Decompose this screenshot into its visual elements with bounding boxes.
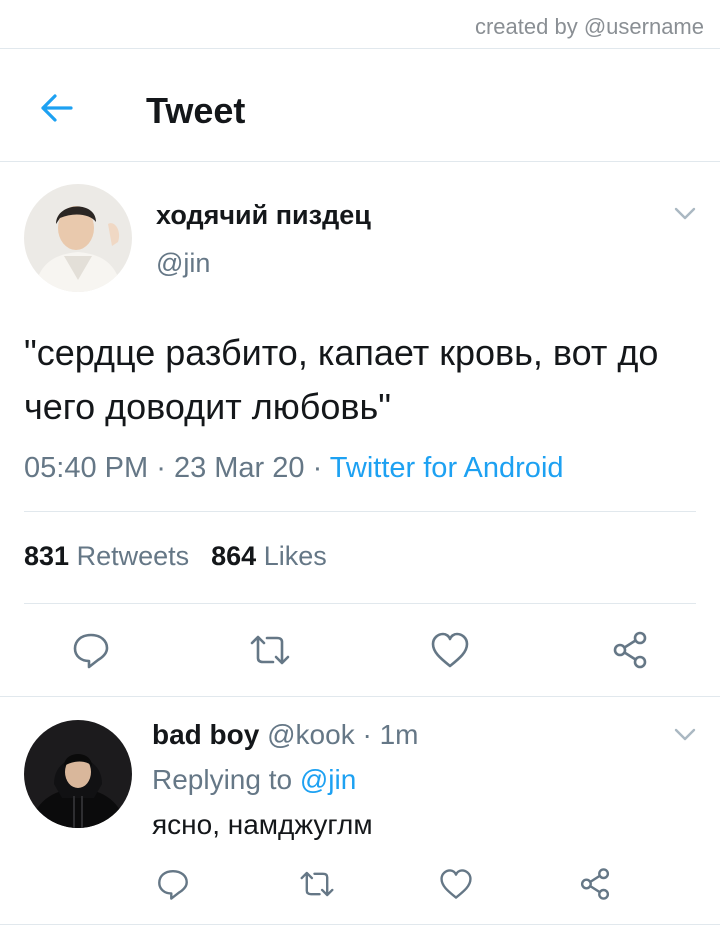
author-handle[interactable]: @jin (156, 248, 210, 279)
reply-text: ясно, намджуглм (152, 809, 373, 840)
retweets-label: Retweets (76, 541, 190, 571)
tweet-stats: 831 Retweets 864 Likes (24, 541, 327, 572)
divider (0, 924, 720, 925)
author-name[interactable]: ходячий пиздец (156, 200, 371, 231)
reply-button[interactable] (66, 625, 116, 675)
chevron-down-icon (674, 728, 696, 741)
reply-header: bad boy @kook · 1m (152, 719, 419, 751)
retweets-stat[interactable]: 831 Retweets (24, 541, 189, 571)
retweet-icon (250, 635, 290, 665)
tweet-source-link[interactable]: Twitter for Android (330, 452, 564, 484)
reply-icon (158, 869, 188, 900)
reply-reply-button[interactable] (148, 859, 198, 909)
tweet-time: 05:40 PM (24, 452, 149, 484)
reply-author-handle[interactable]: @kook (267, 719, 355, 750)
divider (0, 161, 720, 162)
likes-stat[interactable]: 864 Likes (211, 541, 327, 571)
reply-menu-button[interactable] (670, 720, 700, 750)
divider (24, 603, 696, 604)
reply-icon (73, 633, 109, 669)
replying-to-label: Replying to (152, 764, 293, 795)
retweet-icon (300, 871, 334, 897)
meta-separator: · (312, 452, 323, 484)
reply-time: 1m (379, 719, 419, 750)
reply-avatar[interactable] (24, 720, 132, 828)
meta-separator: · (156, 452, 166, 484)
replying-to-mention[interactable]: @jin (300, 764, 356, 795)
divider (24, 511, 696, 512)
replying-to: Replying to @jin (152, 764, 356, 796)
retweets-count: 831 (24, 541, 70, 571)
share-icon (613, 631, 647, 669)
reply-like-button[interactable] (431, 859, 481, 909)
reply-retweet-button[interactable] (292, 859, 342, 909)
arrow-left-icon (41, 94, 73, 122)
reply-share-button[interactable] (570, 859, 620, 909)
retweet-button[interactable] (245, 625, 295, 675)
avatar[interactable] (24, 184, 132, 292)
likes-label: Likes (263, 541, 327, 571)
likes-count: 864 (211, 541, 257, 571)
meta-separator: · (362, 719, 372, 750)
divider (0, 48, 720, 49)
share-button[interactable] (605, 625, 655, 675)
tweet-meta: 05:40 PM · 23 Mar 20 · Twitter for Andro… (24, 452, 564, 485)
watermark-text: created by @username (474, 14, 704, 39)
tweet-menu-button[interactable] (670, 199, 700, 229)
page-title: Tweet (146, 90, 246, 131)
chevron-down-icon (674, 207, 696, 220)
like-button[interactable] (425, 625, 475, 675)
divider (0, 696, 720, 697)
reply-author-name[interactable]: bad boy (152, 719, 259, 750)
tweet-text: "сердце разбито, капает кровь, вот до че… (24, 332, 659, 427)
tweet-date: 23 Mar 20 (173, 452, 305, 484)
like-icon (431, 632, 469, 668)
like-icon (440, 869, 472, 899)
back-button[interactable] (36, 88, 76, 128)
share-icon (580, 868, 610, 900)
